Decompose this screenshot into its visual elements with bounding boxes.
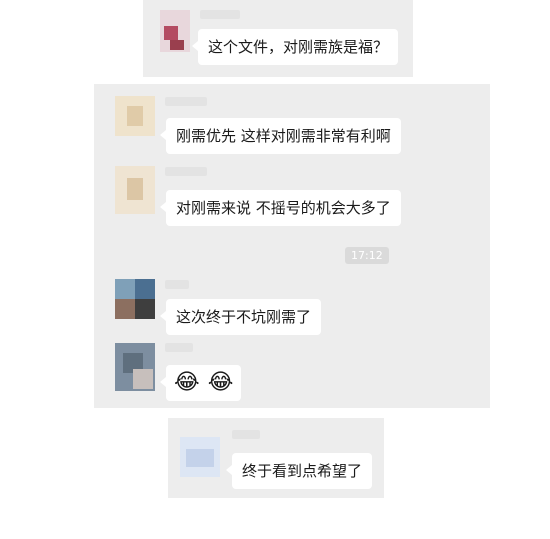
avatar xyxy=(115,166,155,214)
sender-name-blurred xyxy=(165,97,207,106)
sender-name-blurred xyxy=(165,280,189,289)
sender-name-blurred xyxy=(232,430,260,439)
tears-of-joy-emoji-icon: 😂 xyxy=(207,370,234,395)
message-bubble: 这个文件，对刚需族是福？ xyxy=(191,29,399,65)
sender-name-blurred xyxy=(165,343,193,352)
timestamp: 17:12 xyxy=(345,247,389,264)
message-bubble: 这次终于不坑刚需了 xyxy=(159,299,322,335)
message-text: 这个文件，对刚需族是福？ xyxy=(208,38,389,56)
avatar xyxy=(115,343,155,391)
avatar xyxy=(160,10,190,52)
message-bubble: 终于看到点希望了 xyxy=(225,453,373,489)
avatar xyxy=(180,437,220,477)
message-text: 刚需优先 这样对刚需非常有利啊 xyxy=(176,127,391,145)
message-text: 对刚需来说 不摇号的机会大多了 xyxy=(176,199,391,217)
sender-name-blurred xyxy=(165,167,207,176)
sender-name-blurred xyxy=(200,10,240,19)
tears-of-joy-emoji-icon: 😂 xyxy=(174,370,200,395)
avatar xyxy=(115,96,155,136)
message-bubble: 刚需优先 这样对刚需非常有利啊 xyxy=(160,118,401,154)
message-text: 这次终于不坑刚需了 xyxy=(176,308,312,326)
message-bubble: 对刚需来说 不摇号的机会大多了 xyxy=(160,190,401,226)
message-bubble: 😂 😂 xyxy=(159,365,242,401)
avatar xyxy=(115,279,155,319)
message-text: 终于看到点希望了 xyxy=(242,462,363,480)
